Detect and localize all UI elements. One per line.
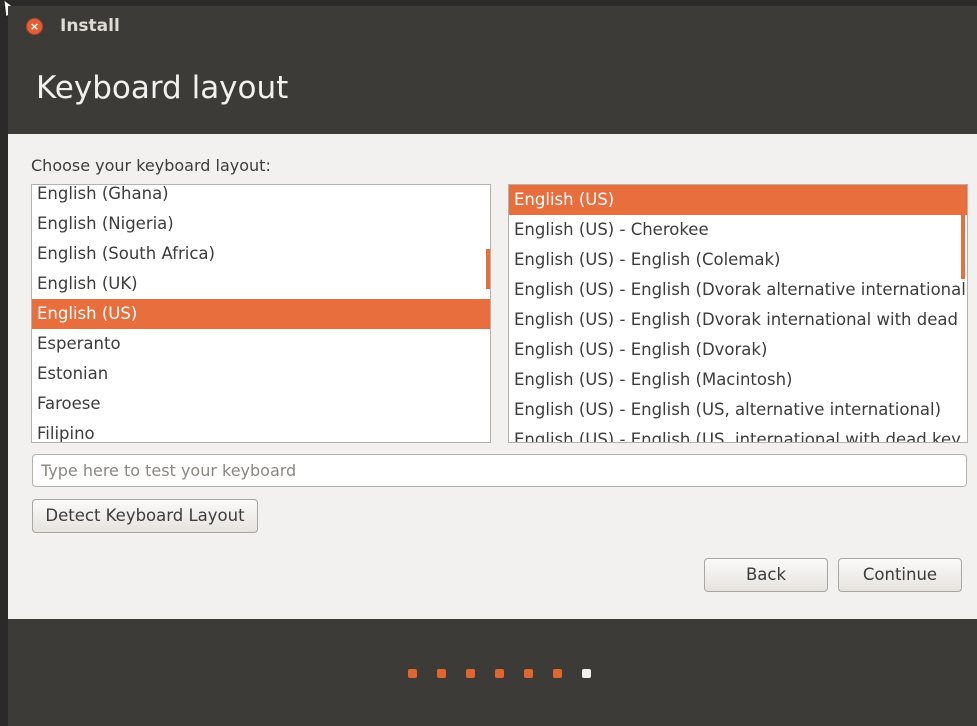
variant-list-scrollbar[interactable] — [961, 187, 965, 279]
content-area: Choose your keyboard layout: English (Gh… — [8, 134, 977, 619]
layout-list[interactable]: English (Ghana) English (Nigeria) Englis… — [31, 184, 491, 443]
detect-layout-button[interactable]: Detect Keyboard Layout — [32, 499, 258, 533]
footer — [8, 619, 977, 726]
installer-window: × Install Keyboard layout Choose your ke… — [8, 6, 977, 726]
list-item[interactable]: Estonian — [32, 359, 490, 389]
variant-list[interactable]: English (US) English (US) - Cherokee Eng… — [508, 184, 968, 443]
progress-step-dot — [437, 669, 446, 678]
window-title: Install — [60, 16, 120, 36]
list-item[interactable]: English (US) - English (Dvorak) — [509, 335, 967, 365]
progress-step-dot — [495, 669, 504, 678]
continue-button[interactable]: Continue — [838, 558, 962, 592]
list-item[interactable]: Filipino — [32, 419, 490, 442]
close-icon[interactable]: × — [26, 18, 43, 35]
progress-step-dot — [524, 669, 533, 678]
progress-step-dot-current — [582, 669, 591, 678]
title-bar: × Install — [8, 6, 977, 44]
list-item[interactable]: English (US) - English (Macintosh) — [509, 365, 967, 395]
page-header: Keyboard layout — [8, 44, 977, 134]
list-item-selected[interactable]: English (US) — [32, 299, 490, 329]
progress-step-dot — [466, 669, 475, 678]
list-item[interactable]: English (Ghana) — [32, 185, 490, 209]
list-item[interactable]: English (US) - English (Dvorak internati… — [509, 305, 967, 335]
progress-step-dot — [553, 669, 562, 678]
layout-list-scrollbar[interactable] — [486, 249, 490, 289]
list-item[interactable]: English (UK) — [32, 269, 490, 299]
list-item[interactable]: Esperanto — [32, 329, 490, 359]
list-item[interactable]: English (US) - English (US, internationa… — [509, 425, 967, 442]
layout-prompt-label: Choose your keyboard layout: — [31, 156, 271, 175]
keyboard-test-input[interactable] — [32, 454, 967, 487]
list-item[interactable]: English (US) - Cherokee — [509, 215, 967, 245]
list-item[interactable]: English (Nigeria) — [32, 209, 490, 239]
list-item[interactable]: Faroese — [32, 389, 490, 419]
list-item[interactable]: English (US) - English (US, alternative … — [509, 395, 967, 425]
list-item-selected[interactable]: English (US) — [509, 185, 967, 215]
progress-step-dot — [408, 669, 417, 678]
list-item[interactable]: English (US) - English (Colemak) — [509, 245, 967, 275]
page-title: Keyboard layout — [36, 70, 289, 106]
back-button[interactable]: Back — [704, 558, 828, 592]
list-item[interactable]: English (South Africa) — [32, 239, 490, 269]
list-item[interactable]: English (US) - English (Dvorak alternati… — [509, 275, 967, 305]
